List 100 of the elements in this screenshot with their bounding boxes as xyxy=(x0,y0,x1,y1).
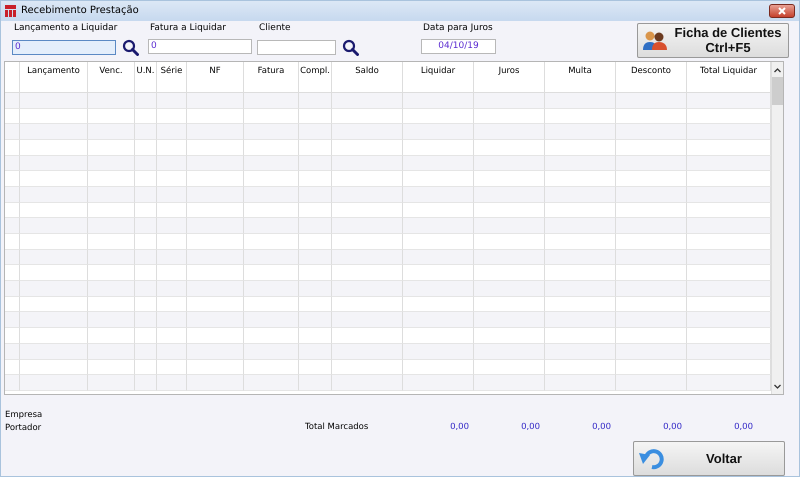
table-cell xyxy=(299,140,332,156)
table-cell xyxy=(88,250,135,266)
table-cell xyxy=(20,124,88,140)
table-cell xyxy=(244,312,299,328)
input-field[interactable] xyxy=(257,40,336,55)
table-cell xyxy=(20,92,88,109)
table-cell xyxy=(332,186,403,203)
table-cell xyxy=(88,92,135,109)
table-cell xyxy=(20,265,88,282)
window-title: Recebimento Prestação xyxy=(21,5,139,16)
total-label: Total Marcados xyxy=(305,422,370,432)
table-cell xyxy=(135,218,157,234)
footer-label: Empresa xyxy=(5,409,44,422)
table-cell xyxy=(157,375,187,391)
table-cell xyxy=(187,265,244,282)
table-cell xyxy=(88,108,135,124)
table-cell xyxy=(474,265,545,282)
table-cell xyxy=(157,140,187,156)
table-cell xyxy=(332,344,403,360)
scrollbar[interactable] xyxy=(771,62,783,394)
table-cell xyxy=(299,312,332,328)
table-cell xyxy=(135,360,157,376)
table-cell xyxy=(187,250,244,266)
table-cell xyxy=(88,344,135,360)
table-cell xyxy=(545,108,616,124)
table-cell xyxy=(299,281,332,297)
table-cell xyxy=(157,360,187,376)
table-cell xyxy=(616,281,687,297)
client-file-button[interactable]: Ficha de Clientes Ctrl+F5 xyxy=(637,22,789,58)
table-cell xyxy=(545,234,616,250)
table-cell xyxy=(88,202,135,218)
input-field[interactable]: 0 xyxy=(148,38,252,54)
table-cell xyxy=(88,360,135,376)
table-cell xyxy=(545,250,616,266)
table-cell xyxy=(545,140,616,156)
table-cell xyxy=(135,234,157,250)
table-cell xyxy=(403,328,474,344)
table-cell xyxy=(135,202,157,218)
table-cell xyxy=(299,156,332,172)
table-cell xyxy=(545,296,616,312)
table-cell xyxy=(244,360,299,376)
input-field[interactable]: 0 xyxy=(12,40,116,55)
table-cell xyxy=(403,360,474,376)
table-cell xyxy=(20,344,88,360)
table-cell xyxy=(616,124,687,140)
table-cell xyxy=(403,250,474,266)
table-cell xyxy=(332,108,403,124)
field-label: Cliente xyxy=(258,22,292,33)
table-cell xyxy=(299,186,332,203)
table-cell xyxy=(187,328,244,344)
table-cell xyxy=(332,218,403,234)
table-cell xyxy=(135,171,157,187)
table-cell xyxy=(88,140,135,156)
table-cell xyxy=(135,156,157,172)
total-value: 0,00 xyxy=(733,422,754,432)
table-cell xyxy=(157,328,187,344)
scroll-up-icon[interactable] xyxy=(773,66,782,75)
table-cell xyxy=(403,344,474,360)
table-cell xyxy=(157,202,187,218)
table-cell xyxy=(187,344,244,360)
table-cell xyxy=(135,265,157,282)
close-icon xyxy=(778,6,786,15)
table-cell xyxy=(299,171,332,187)
table-cell xyxy=(332,250,403,266)
table-cell xyxy=(616,186,687,203)
table-cell xyxy=(20,156,88,172)
table-cell xyxy=(474,108,545,124)
table-cell xyxy=(403,108,474,124)
table-cell xyxy=(244,218,299,234)
table-cell xyxy=(244,108,299,124)
back-arrow-icon xyxy=(638,446,664,470)
table-cell xyxy=(187,124,244,140)
table-cell xyxy=(20,360,88,376)
table-cell xyxy=(135,375,157,391)
scrollbar-thumb[interactable] xyxy=(772,76,783,105)
close-button[interactable] xyxy=(769,4,795,18)
table-cell xyxy=(187,312,244,328)
table-cell xyxy=(332,312,403,328)
date-field[interactable]: 04/10/19 xyxy=(421,38,496,54)
table-cell xyxy=(157,156,187,172)
search-icon[interactable] xyxy=(342,38,359,56)
total-value: 0,00 xyxy=(449,422,470,432)
table-cell xyxy=(403,375,474,391)
table-cell xyxy=(244,296,299,312)
table-cell xyxy=(20,234,88,250)
table-cell xyxy=(20,108,88,124)
table-cell xyxy=(135,250,157,266)
table-cell xyxy=(244,186,299,203)
table-cell xyxy=(616,375,687,391)
table-cell xyxy=(616,250,687,266)
table-cell xyxy=(616,344,687,360)
table-cell xyxy=(474,92,545,109)
scroll-down-icon[interactable] xyxy=(773,382,782,391)
table-cell xyxy=(88,124,135,140)
table-cell xyxy=(403,171,474,187)
back-button[interactable]: Voltar xyxy=(633,441,785,476)
table-cell xyxy=(474,218,545,234)
table-cell xyxy=(20,140,88,156)
table-cell xyxy=(474,375,545,391)
search-icon[interactable] xyxy=(122,38,139,56)
